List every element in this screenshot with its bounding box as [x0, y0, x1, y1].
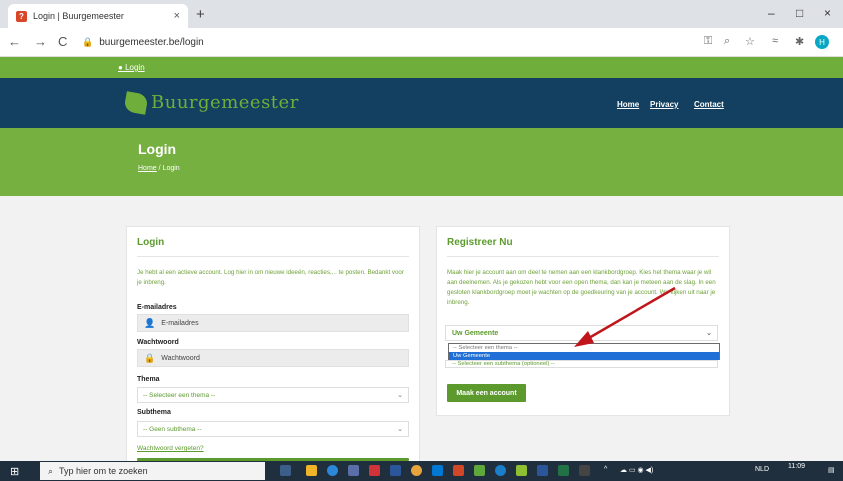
theme-select[interactable]: -- Selecteer een thema -- ⌄	[137, 387, 409, 403]
forgot-password-link[interactable]: Wachtwoord vergeten?	[137, 445, 204, 452]
app-icon[interactable]	[369, 465, 380, 476]
municipality-select-value: Uw Gemeente	[452, 329, 499, 337]
user-icon: 👤	[144, 317, 156, 328]
tray-chevron-icon[interactable]: ^	[604, 466, 607, 473]
lock-icon: 🔒	[82, 37, 94, 47]
powerpoint-icon[interactable]	[453, 465, 464, 476]
breadcrumb-home[interactable]: Home	[138, 165, 157, 172]
taskbar-search-placeholder: Typ hier om te zoeken	[59, 466, 148, 476]
top-login-link[interactable]: ● Login	[118, 63, 145, 72]
chevron-down-icon: ⌄	[397, 426, 403, 433]
key-icon[interactable]: ⚿	[704, 35, 712, 48]
breadcrumb-separator: /	[158, 165, 161, 172]
subtheme-select-value: -- Geen subthema --	[143, 425, 202, 433]
taskbar-search[interactable]: ⌕ Typ hier om te zoeken	[40, 462, 265, 480]
url-field[interactable]: 🔒 buurgemeester.be/login	[82, 32, 742, 53]
back-button[interactable]: ←	[8, 34, 21, 49]
login-card-divider	[137, 256, 409, 257]
app-icon-3[interactable]	[495, 465, 506, 476]
app-icon-4[interactable]	[516, 465, 527, 476]
browser-tab[interactable]: ? Login | Buurgemeester ×	[8, 4, 188, 28]
language-indicator[interactable]: NLD	[755, 466, 769, 473]
password-field[interactable]: 🔒 Wachtwoord	[137, 349, 409, 367]
login-intro-text: Je hebt al een actieve account. Log hier…	[137, 269, 404, 286]
bookmark-star-icon[interactable]: ☆	[745, 35, 755, 48]
menu-home[interactable]: Home	[617, 100, 639, 109]
mail-icon[interactable]	[390, 465, 401, 476]
email-placeholder: E-mailadres	[161, 319, 199, 327]
menu-contact[interactable]: Contact	[694, 100, 724, 109]
app-icon-5[interactable]	[579, 465, 590, 476]
chrome-icon[interactable]	[411, 465, 422, 476]
notification-icon[interactable]: ▤	[828, 466, 835, 474]
password-placeholder: Wachtwoord	[161, 354, 200, 362]
file-explorer-icon[interactable]	[306, 465, 317, 476]
site-logo[interactable]: Buurgemeester	[123, 90, 299, 115]
site-favicon-icon: ?	[16, 10, 27, 22]
logo-text: Buurgemeester	[151, 92, 299, 113]
chevron-down-icon: ⌄	[706, 330, 712, 337]
tray-icons[interactable]: ☁ ▭ ◉ ◀)	[620, 466, 653, 474]
minimize-button[interactable]: –	[768, 6, 775, 20]
word-icon[interactable]	[537, 465, 548, 476]
clock[interactable]: 11:09	[788, 463, 805, 470]
puzzle-icon[interactable]: ✱	[795, 35, 804, 48]
email-field[interactable]: 👤 E-mailadres	[137, 314, 409, 332]
chevron-down-icon: ⌄	[397, 392, 403, 399]
register-card-divider	[447, 256, 719, 257]
dropdown-option-selected[interactable]: Uw Gemeente	[449, 352, 719, 360]
theme-label: Thema	[137, 376, 160, 383]
maximize-button[interactable]: □	[796, 6, 803, 20]
outlook-icon[interactable]	[432, 465, 443, 476]
edge-icon[interactable]	[327, 465, 338, 476]
page-banner	[0, 128, 843, 196]
tab-close-icon[interactable]: ×	[174, 10, 180, 22]
register-card-title: Registreer Nu	[447, 237, 513, 248]
search-icon: ⌕	[48, 465, 54, 476]
email-label: E-mailadres	[137, 304, 177, 311]
lock-icon: 🔒	[144, 352, 156, 363]
reload-button[interactable]: C	[58, 34, 67, 49]
excel-icon[interactable]	[558, 465, 569, 476]
theme-select-value: -- Selecteer een thema --	[143, 391, 216, 399]
subtheme-select[interactable]: -- Geen subthema -- ⌄	[137, 421, 409, 437]
breadcrumb: Home / Login	[138, 165, 180, 172]
browser-tab-bar: ? Login | Buurgemeester × + – □ ×	[0, 0, 843, 28]
address-bar-row: ← → C 🔒 buurgemeester.be/login ⚿ ⌕ ☆ ≈ ✱	[0, 28, 843, 57]
profile-avatar[interactable]: H	[815, 35, 829, 49]
password-label: Wachtwoord	[137, 339, 179, 346]
app-icon-2[interactable]	[474, 465, 485, 476]
window-close-button[interactable]: ×	[824, 6, 831, 20]
breadcrumb-current: Login	[162, 165, 180, 172]
windows-start-icon[interactable]: ⊞	[10, 465, 19, 478]
zoom-icon[interactable]: ⌕	[724, 35, 730, 48]
register-subtheme-select[interactable]: -- Selecteer een subthema (optioneel) --	[445, 360, 718, 368]
store-icon[interactable]	[348, 465, 359, 476]
login-card-title: Login	[137, 237, 165, 248]
url-text: buurgemeester.be/login	[99, 37, 204, 48]
task-view-icon[interactable]	[280, 465, 291, 476]
page-title: Login	[138, 141, 177, 157]
new-tab-button[interactable]: +	[196, 6, 205, 23]
leaf-logo-icon	[123, 90, 149, 115]
extension-icon[interactable]: ≈	[772, 35, 778, 47]
forward-button[interactable]: →	[34, 34, 47, 49]
create-account-button[interactable]: Maak een account	[447, 384, 526, 402]
annotation-arrow-icon	[574, 286, 676, 347]
menu-privacy[interactable]: Privacy	[650, 100, 678, 109]
subtheme-label: Subthema	[137, 409, 171, 416]
tab-title: Login | Buurgemeester	[33, 11, 124, 21]
